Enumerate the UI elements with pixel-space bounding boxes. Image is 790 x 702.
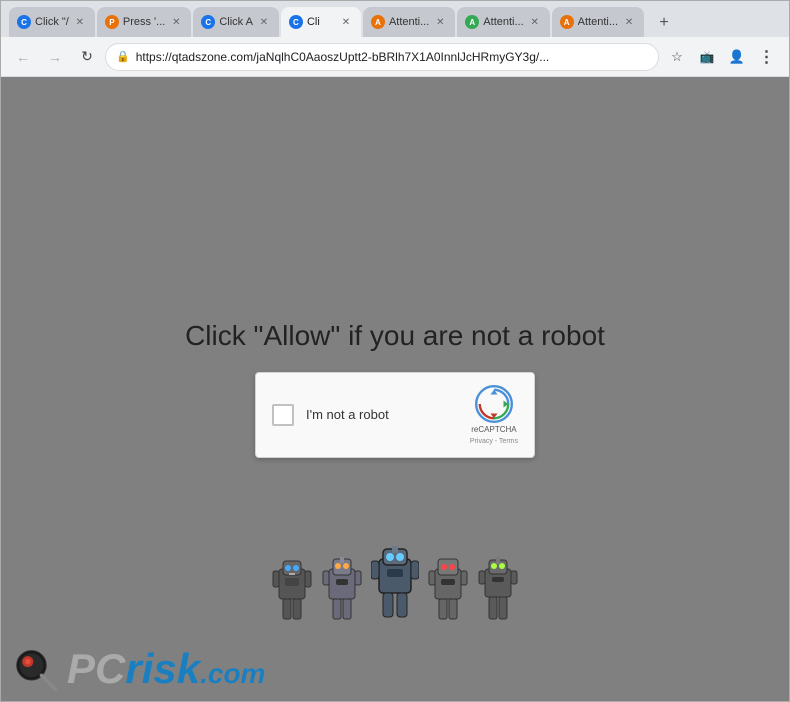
bookmark-button[interactable]: ☆ [663, 43, 691, 71]
recaptcha-left: I'm not a robot [272, 404, 389, 426]
pcrisk-logo-icon [13, 645, 61, 693]
tab-3-title: Click A [219, 16, 253, 28]
address-bar[interactable]: 🔒 https://qtadszone.com/jaNqlhC0AaoszUpt… [105, 43, 659, 71]
page-content: Click "Allow" if you are not a robot I'm… [1, 77, 789, 701]
robot-1 [271, 553, 313, 621]
tab-3-close[interactable]: ✕ [257, 15, 271, 29]
tab-7-close[interactable]: ✕ [622, 15, 636, 29]
tab-4[interactable]: C Cli ✕ [281, 7, 361, 37]
tab-3[interactable]: C Click A ✕ [193, 7, 279, 37]
recaptcha-logo-icon [475, 385, 513, 423]
page-inner: Click "Allow" if you are not a robot I'm… [1, 77, 789, 701]
cast-button[interactable]: 📺 [693, 43, 721, 71]
tab-2-title: Press '... [123, 16, 165, 28]
tab-5-title: Attenti... [389, 16, 429, 28]
back-button[interactable]: ← [9, 43, 37, 71]
tab-1[interactable]: C Click "/ ✕ [9, 7, 95, 37]
robot-2 [321, 553, 363, 621]
tabs-bar: C Click "/ ✕ P Press '... ✕ C Click A ✕ … [1, 1, 789, 37]
recaptcha-widget: I'm not a robot reCAPTCHA Privacy - Te [255, 372, 535, 457]
tab-1-close[interactable]: ✕ [73, 15, 87, 29]
url-text: https://qtadszone.com/jaNqlhC0AaoszUptt2… [136, 50, 648, 64]
pcrisk-watermark: PCrisk.com [13, 645, 265, 693]
profile-button[interactable]: 👤 [723, 43, 751, 71]
tab-2[interactable]: P Press '... ✕ [97, 7, 191, 37]
tab-6-close[interactable]: ✕ [528, 15, 542, 29]
pcrisk-text-container: PCrisk.com [67, 645, 265, 693]
recaptcha-brand-text: reCAPTCHA [471, 425, 516, 435]
com-text: .com [200, 658, 265, 689]
risk-text: risk [125, 645, 200, 692]
recaptcha-label: I'm not a robot [306, 407, 389, 422]
browser-window: C Click "/ ✕ P Press '... ✕ C Click A ✕ … [0, 0, 790, 702]
recaptcha-checkbox[interactable] [272, 404, 294, 426]
menu-button[interactable]: ⋮ [753, 43, 781, 71]
recaptcha-links: Privacy - Terms [470, 438, 518, 445]
robot-4 [427, 553, 469, 621]
refresh-button[interactable]: ↻ [73, 43, 101, 71]
robot-3 [371, 545, 419, 621]
main-heading: Click "Allow" if you are not a robot [185, 320, 605, 352]
nav-actions: ☆ 📺 👤 ⋮ [663, 43, 781, 71]
tab-7[interactable]: A Attenti... ✕ [552, 7, 644, 37]
tab-6-title: Attenti... [483, 16, 523, 28]
recaptcha-right: reCAPTCHA Privacy - Terms [470, 385, 518, 444]
tab-4-title: Cli [307, 16, 335, 28]
forward-button[interactable]: → [41, 43, 69, 71]
navigation-bar: ← → ↻ 🔒 https://qtadszone.com/jaNqlhC0Aa… [1, 37, 789, 77]
tab-5[interactable]: A Attenti... ✕ [363, 7, 455, 37]
robots-illustration [245, 541, 545, 621]
lock-icon: 🔒 [116, 50, 130, 63]
tab-5-close[interactable]: ✕ [433, 15, 447, 29]
tab-7-title: Attenti... [578, 16, 618, 28]
tab-1-title: Click "/ [35, 16, 69, 28]
tab-2-close[interactable]: ✕ [169, 15, 183, 29]
tab-6[interactable]: A Attenti... ✕ [457, 7, 549, 37]
tab-4-close[interactable]: ✕ [339, 15, 353, 29]
robot-5 [477, 553, 519, 621]
new-tab-button[interactable]: + [650, 9, 678, 37]
pc-text: PC [67, 645, 125, 692]
